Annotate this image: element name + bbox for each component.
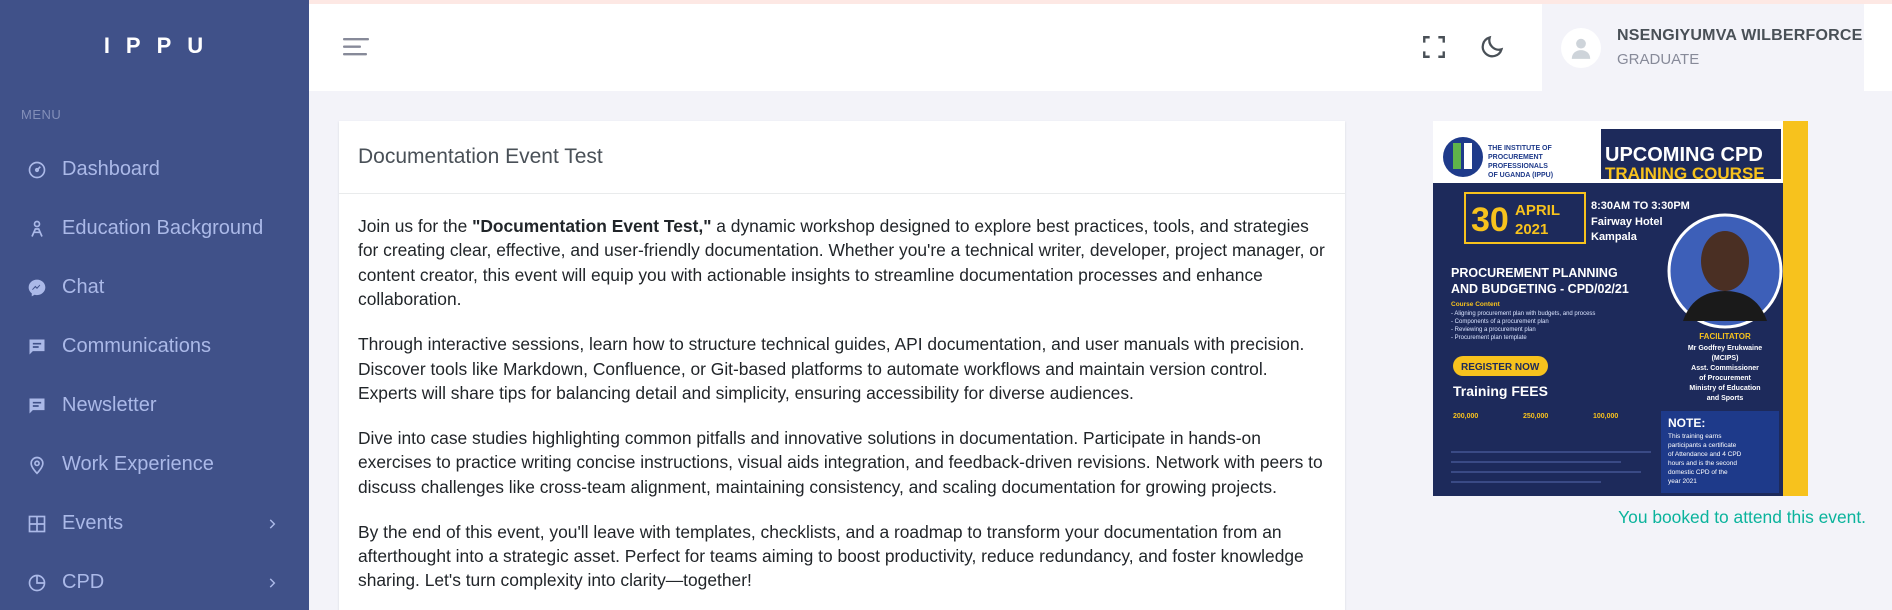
avatar	[1561, 27, 1601, 68]
poster-note-title: NOTE:	[1668, 416, 1705, 430]
sidebar-item-newsletter[interactable]: Newsletter	[0, 376, 309, 435]
brand-logo[interactable]: IPPU	[0, 0, 309, 92]
event-paragraph-2: Through interactive sessions, learn how …	[358, 334, 1305, 403]
poster-content: - Reviewing a procurement plan	[1451, 327, 1536, 333]
poster-note: This training earns	[1668, 433, 1722, 440]
fullscreen-icon[interactable]	[1421, 34, 1447, 60]
poster-content: - Components of a procurement plan	[1451, 319, 1549, 325]
topbar: NSENGIYUMVA WILBERFORCE GRADUATE	[309, 0, 1892, 91]
sidebar-item-label: Newsletter	[62, 394, 157, 416]
chevron-right-icon	[269, 577, 276, 588]
sidebar-item-label: CPD	[62, 571, 105, 593]
event-details-card: Documentation Event Test Join us for the…	[339, 121, 1345, 610]
sidebar-item-label: Dashboard	[62, 158, 160, 180]
ippu-logo-icon	[1443, 137, 1483, 177]
user-avatar-icon	[1571, 38, 1591, 59]
poster-headline: TRAINING COURSE	[1605, 164, 1765, 183]
poster-headline: UPCOMING CPD	[1605, 144, 1763, 166]
poster-fee: 200,000	[1453, 413, 1478, 420]
poster-note: domestic CPD of the	[1668, 469, 1728, 476]
menu-title: MENU	[21, 107, 62, 122]
poster-time: 8:30AM TO 3:30PM	[1591, 200, 1690, 212]
booking-status-text: You booked to attend this event.	[1618, 507, 1866, 527]
pie-chart-icon	[26, 572, 48, 594]
poster-venue: Kampala	[1591, 231, 1638, 243]
messenger-icon	[26, 277, 48, 299]
sidebar-item-label: Education Background	[62, 217, 264, 239]
poster-course: PROCUREMENT PLANNING	[1451, 266, 1618, 280]
sidebar-item-label: Events	[62, 512, 124, 534]
sidebar-item-cpd[interactable]: CPD	[0, 553, 309, 610]
user-role: GRADUATE	[1617, 51, 1700, 68]
grid-icon	[26, 513, 48, 535]
event-paragraph-4: By the end of this event, you'll leave w…	[358, 521, 1304, 591]
poster-fee: 100,000	[1593, 413, 1618, 420]
paragraph-text: Join us for the	[358, 216, 473, 236]
poster-facilitator: of Procurement	[1699, 375, 1751, 382]
message-icon	[26, 395, 48, 417]
poster-content-title: Course Content	[1451, 301, 1501, 308]
poster-facilitator: Ministry of Education	[1689, 385, 1760, 392]
event-paragraph-1: Join us for the "Documentation Event Tes…	[358, 214, 1326, 312]
sidebar-item-label: Chat	[62, 276, 105, 298]
poster-note: year 2021	[1668, 478, 1697, 485]
poster-org: PROFESSIONALS	[1488, 163, 1548, 170]
hamburger-menu-icon[interactable]	[343, 36, 371, 58]
map-pin-icon	[26, 454, 48, 476]
poster-note: of Attendance and 4 CPD	[1668, 451, 1742, 458]
poster-facilitator-title: FACILITATOR	[1699, 332, 1751, 341]
poster-facilitator: Asst. Commissioner	[1691, 365, 1759, 372]
poster-fee: 250,000	[1523, 413, 1548, 420]
poster-note: hours and is the second	[1668, 460, 1737, 467]
education-icon	[26, 218, 48, 240]
dark-mode-moon-icon[interactable]	[1479, 33, 1506, 60]
message-icon	[26, 336, 48, 358]
poster-facilitator: (MCIPS)	[1712, 355, 1739, 362]
event-description: Join us for the "Documentation Event Tes…	[339, 194, 1345, 593]
poster-facilitator: Mr Godfrey Erukwaine	[1688, 345, 1762, 352]
sidebar-item-dashboard[interactable]: Dashboard	[0, 140, 309, 199]
poster-course: AND BUDGETING - CPD/02/21	[1451, 282, 1629, 296]
sidebar-item-work-experience[interactable]: Work Experience	[0, 435, 309, 494]
sidebar-item-label: Communications	[62, 335, 211, 357]
poster-content: - Aligning procurement plan with budgets…	[1451, 311, 1595, 317]
poster-day: 30	[1471, 201, 1509, 239]
event-poster-image: THE INSTITUTE OF PROCUREMENT PROFESSIONA…	[1433, 121, 1808, 496]
sidebar-item-education-background[interactable]: Education Background	[0, 199, 309, 258]
poster-org: OF UGANDA (IPPU)	[1488, 172, 1553, 179]
event-name-highlight: "Documentation Event Test,"	[472, 216, 712, 236]
user-profile-dropdown[interactable]: NSENGIYUMVA WILBERFORCE GRADUATE	[1542, 4, 1864, 91]
sidebar-item-chat[interactable]: Chat	[0, 258, 309, 317]
poster-venue: Fairway Hotel	[1591, 216, 1663, 228]
event-title: Documentation Event Test	[339, 121, 1345, 194]
sidebar-nav: Dashboard Education Background Chat Comm…	[0, 140, 309, 610]
user-name: NSENGIYUMVA WILBERFORCE	[1617, 27, 1863, 44]
poster-year: 2021	[1515, 221, 1548, 238]
sidebar-item-label: Work Experience	[62, 453, 214, 475]
poster-org: THE INSTITUTE OF	[1488, 145, 1553, 152]
poster-note: participants a certificate	[1668, 442, 1737, 449]
poster-register: REGISTER NOW	[1461, 362, 1540, 373]
poster-fees-title: Training FEES	[1453, 383, 1548, 399]
dashboard-icon	[26, 159, 48, 181]
poster-org: PROCUREMENT	[1488, 154, 1544, 161]
poster-content: - Procurement plan template	[1451, 335, 1527, 341]
sidebar-item-communications[interactable]: Communications	[0, 317, 309, 376]
poster-month: APRIL	[1515, 202, 1560, 219]
event-paragraph-3: Dive into case studies highlighting comm…	[358, 427, 1323, 497]
chevron-right-icon	[269, 518, 276, 529]
poster-facilitator: and Sports	[1707, 395, 1744, 402]
sidebar-item-events[interactable]: Events	[0, 494, 309, 553]
sidebar: IPPU MENU Dashboard Education Background…	[0, 0, 309, 610]
